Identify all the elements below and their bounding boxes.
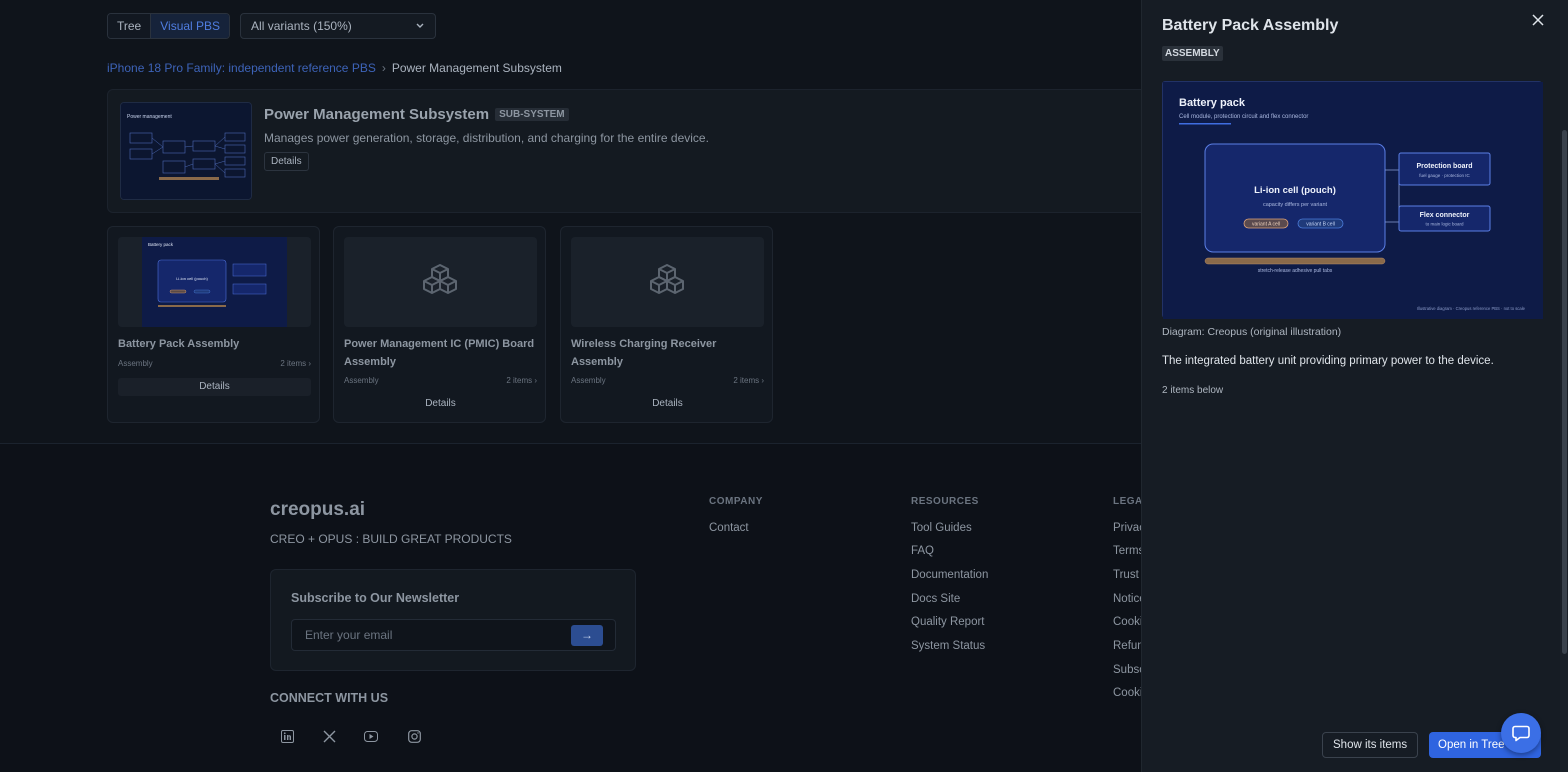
- panel-title: Battery Pack Assembly: [1162, 17, 1339, 34]
- details-side-panel: Battery Pack Assembly ASSEMBLY Battery p…: [1141, 0, 1568, 772]
- battery-pack-diagram: Battery pack Cell module, protection cir…: [1162, 81, 1543, 319]
- diagram-flex-subtitle: to main logic board: [1425, 222, 1464, 227]
- panel-scrollbar-thumb[interactable]: [1562, 130, 1567, 654]
- diagram-caption: Diagram: Creopus (original illustration): [1162, 326, 1342, 338]
- diagram-variant-a: variant A cell: [1252, 222, 1280, 228]
- diagram-cell-subtitle: capacity differs per variant: [1263, 202, 1328, 208]
- diagram-subtitle: Cell module, protection circuit and flex…: [1179, 114, 1308, 120]
- close-icon: [1532, 14, 1544, 26]
- diagram-protection-title: Protection board: [1416, 163, 1472, 170]
- show-items-button[interactable]: Show its items: [1322, 732, 1419, 758]
- diagram-tabs-label: stretch-release adhesive pull tabs: [1258, 268, 1333, 274]
- diagram-footnote: Illustrative diagram · Creopus reference…: [1417, 306, 1526, 311]
- diagram-flex-title: Flex connector: [1420, 212, 1470, 219]
- diagram-title: Battery pack: [1179, 97, 1246, 109]
- panel-description: The integrated battery unit providing pr…: [1162, 355, 1494, 367]
- items-below-count: 2 items below: [1162, 385, 1224, 396]
- diagram-cell-title: Li-ion cell (pouch): [1254, 185, 1336, 196]
- modal-backdrop[interactable]: [0, 0, 1141, 772]
- chat-bubble-icon: [1512, 725, 1530, 741]
- diagram-protection-subtitle: fuel gauge · protection IC: [1419, 173, 1470, 178]
- chat-support-button[interactable]: [1501, 713, 1541, 753]
- diagram-variant-b: variant B cell: [1306, 222, 1335, 228]
- close-panel-button[interactable]: [1528, 10, 1548, 30]
- panel-type-badge: ASSEMBLY: [1162, 46, 1223, 61]
